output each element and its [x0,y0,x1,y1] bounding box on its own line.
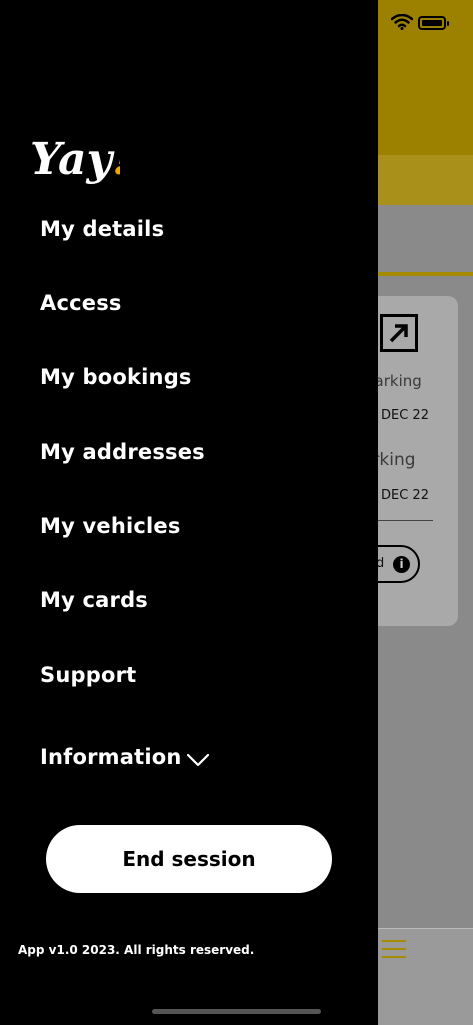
menu-item-access[interactable]: Access [40,291,122,315]
wifi-icon [391,14,413,30]
arrow-up-right-icon [380,314,418,352]
logo-text: Yay! [30,134,120,185]
hamburger-icon [382,940,406,960]
home-indicator[interactable] [152,1009,321,1014]
battery-icon [418,16,449,30]
menu-item-my-cards[interactable]: My cards [40,588,148,612]
chevron-down-icon[interactable] [186,753,210,767]
menu-item-my-details[interactable]: My details [40,217,164,241]
menu-item-my-bookings[interactable]: My bookings [40,365,192,389]
menu-item-my-addresses[interactable]: My addresses [40,440,205,464]
background-divider [378,520,433,521]
side-drawer: Yay! My details Access My bookings My ad… [0,0,378,1024]
yay-logo: Yay! [30,134,120,185]
background-date: DEC 22 [381,408,429,423]
end-session-button[interactable]: End session [46,825,332,893]
menu-item-my-vehicles[interactable]: My vehicles [40,514,181,538]
background-tab-indicator [378,272,473,276]
menu-item-information[interactable]: Information [40,745,182,769]
copyright-footer: App v1.0 2023. All rights reserved. [18,943,255,957]
background-date: DEC 22 [381,488,429,503]
info-icon: i [393,556,410,573]
menu-item-support[interactable]: Support [40,663,136,687]
